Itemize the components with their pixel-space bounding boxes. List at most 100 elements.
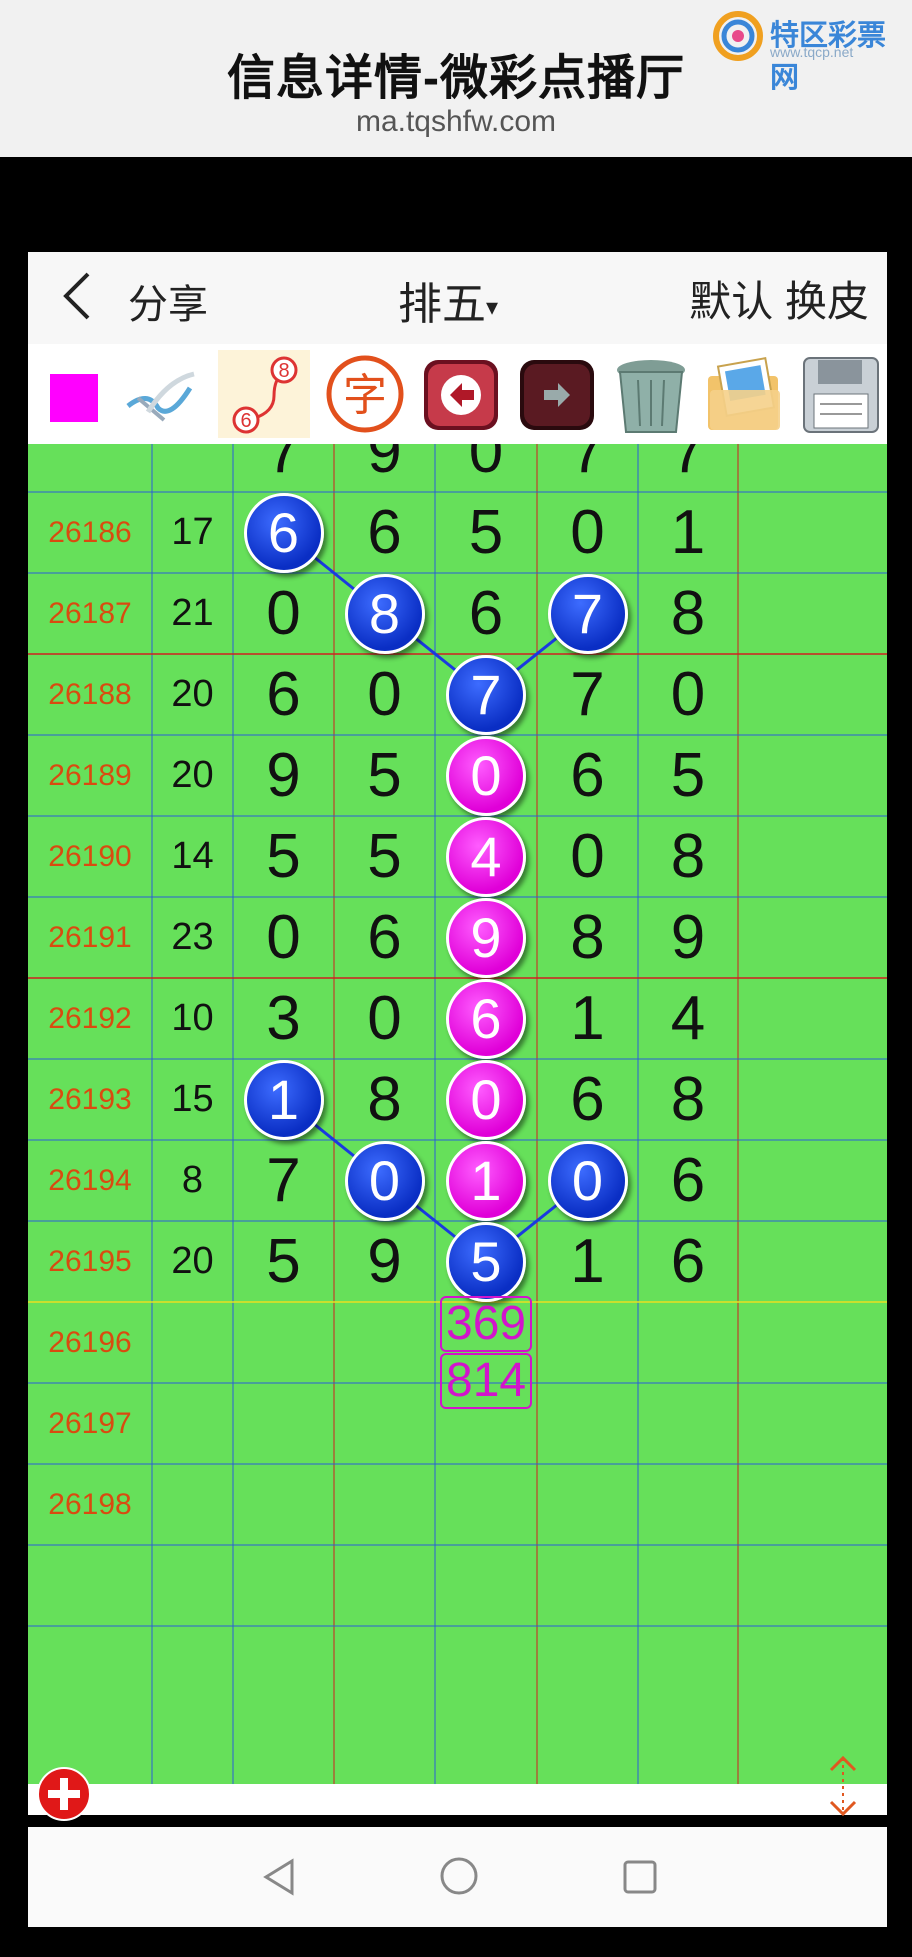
- digit-ball: 1: [446, 1140, 526, 1221]
- digit-cell[interactable]: 0: [233, 573, 334, 654]
- link-icon-digit-top: 8: [278, 360, 289, 382]
- digit-cell-highlighted[interactable]: 7: [537, 573, 638, 654]
- digit-cell[interactable]: 6: [435, 573, 537, 654]
- digit-cell[interactable]: 0: [334, 978, 435, 1059]
- digit-cell[interactable]: 0: [537, 492, 638, 573]
- chevron-left-icon[interactable]: [58, 266, 98, 339]
- digit-cell-highlighted[interactable]: 6: [435, 978, 537, 1059]
- digit-cell[interactable]: 9: [638, 897, 738, 978]
- digit-cell-highlighted[interactable]: 1: [233, 1059, 334, 1140]
- digit-cell[interactable]: [537, 1383, 638, 1464]
- skin-button[interactable]: 换皮: [785, 278, 869, 325]
- digit-cell[interactable]: 3: [233, 978, 334, 1059]
- digit-cell[interactable]: 6: [334, 897, 435, 978]
- digit-cell[interactable]: 0: [537, 816, 638, 897]
- digit-cell[interactable]: [435, 1464, 537, 1545]
- digit-cell[interactable]: 8: [638, 816, 738, 897]
- digit-cell[interactable]: [537, 1464, 638, 1545]
- redo-arrow-icon[interactable]: [512, 350, 602, 438]
- digit-cell-highlighted[interactable]: 8: [334, 573, 435, 654]
- digit-cell-highlighted[interactable]: 0: [537, 1140, 638, 1221]
- issue-number: 26195: [48, 1244, 132, 1278]
- digit-ball: 7: [446, 654, 526, 735]
- digit-cell[interactable]: 6: [334, 492, 435, 573]
- digit-cell[interactable]: 9: [334, 1221, 435, 1302]
- digit-cell-highlighted[interactable]: 7: [435, 654, 537, 735]
- pen-icon[interactable]: [118, 350, 208, 438]
- sum-value: 20: [171, 673, 214, 715]
- text-icon-char: 字: [343, 370, 387, 421]
- digit-cell-highlighted[interactable]: 5: [435, 1221, 537, 1302]
- digit-cell-highlighted[interactable]: 6: [233, 492, 334, 573]
- save-disk-icon[interactable]: [796, 350, 886, 438]
- nav-back-icon[interactable]: [260, 1857, 300, 1902]
- digit-cell[interactable]: [334, 1302, 435, 1383]
- digit-cell[interactable]: [233, 1302, 334, 1383]
- lottery-type-select[interactable]: 排五▾: [398, 268, 498, 332]
- digit-cell-highlighted[interactable]: 1: [435, 1140, 537, 1221]
- sum-value: [152, 1383, 233, 1464]
- digit-cell[interactable]: [233, 1464, 334, 1545]
- digit-cell-highlighted[interactable]: 0: [435, 735, 537, 816]
- lottery-trend-grid: 7 9 0 7 7 26186 17 6 6 5 0 1 26187 21 0 8 6 7 8 26188 20 6 0 7 7…: [28, 444, 887, 1784]
- digit-cell[interactable]: [537, 1302, 638, 1383]
- digit-cell[interactable]: 8: [537, 897, 638, 978]
- page-url[interactable]: ma.tqshfw.com: [0, 105, 912, 139]
- digit-cell[interactable]: [334, 1464, 435, 1545]
- plus-circle-icon[interactable]: [36, 1766, 92, 1822]
- digit-cell[interactable]: [334, 1383, 435, 1464]
- nav-recent-icon[interactable]: [620, 1857, 660, 1902]
- digit-cell[interactable]: 0: [233, 897, 334, 978]
- digit-cell[interactable]: 0: [334, 654, 435, 735]
- color-square-icon[interactable]: [28, 350, 118, 438]
- digit-cell[interactable]: 0: [638, 654, 738, 735]
- nav-home-icon[interactable]: [438, 1855, 480, 1902]
- digit-cell[interactable]: [638, 1464, 738, 1545]
- digit-cell[interactable]: 6: [233, 654, 334, 735]
- undo-arrow-icon[interactable]: [416, 350, 506, 438]
- digit-cell[interactable]: 4: [638, 978, 738, 1059]
- text-icon[interactable]: 字: [320, 350, 410, 438]
- photos-icon[interactable]: [700, 350, 790, 438]
- digit-cell-highlighted[interactable]: 9: [435, 897, 537, 978]
- digit-cell[interactable]: 1: [537, 978, 638, 1059]
- digit-cell[interactable]: [638, 1383, 738, 1464]
- trash-icon[interactable]: [606, 350, 696, 438]
- digit-cell[interactable]: 5: [233, 1221, 334, 1302]
- expand-vertical-icon[interactable]: [823, 1754, 863, 1818]
- digit-cell[interactable]: 1: [638, 492, 738, 573]
- prediction-box[interactable]: 369: [440, 1296, 533, 1352]
- digit-cell[interactable]: 5: [334, 735, 435, 816]
- digit-cell[interactable]: 6: [638, 1140, 738, 1221]
- digit-cell-clipped: 0: [468, 444, 504, 486]
- tool-bar: 8 6 字: [28, 344, 887, 444]
- sum-value: 15: [171, 1078, 214, 1120]
- digit-cell[interactable]: 5: [233, 816, 334, 897]
- digit-cell[interactable]: 7: [537, 654, 638, 735]
- browser-header: 信息详情-微彩点播厅 ma.tqshfw.com 特区彩票网 www.tqcp.…: [0, 0, 912, 157]
- sum-value: [152, 1302, 233, 1383]
- digit-cell[interactable]: [638, 1302, 738, 1383]
- digit-cell-highlighted[interactable]: 4: [435, 816, 537, 897]
- digit-cell[interactable]: [233, 1383, 334, 1464]
- digit-cell[interactable]: 8: [334, 1059, 435, 1140]
- prediction-box[interactable]: 814: [440, 1353, 533, 1409]
- digit-cell-highlighted[interactable]: 0: [435, 1059, 537, 1140]
- digit-ball: 7: [547, 573, 628, 654]
- digit-cell[interactable]: 8: [638, 573, 738, 654]
- digit-cell[interactable]: 6: [638, 1221, 738, 1302]
- digit-cell[interactable]: 6: [537, 1059, 638, 1140]
- digit-cell-highlighted[interactable]: 0: [334, 1140, 435, 1221]
- share-button[interactable]: 分享: [128, 272, 208, 330]
- digit-cell[interactable]: 5: [334, 816, 435, 897]
- digit-cell[interactable]: 6: [537, 735, 638, 816]
- digit-cell[interactable]: 7: [233, 1140, 334, 1221]
- lottery-type-label: 排五: [398, 280, 486, 329]
- digit-cell[interactable]: 5: [638, 735, 738, 816]
- digit-cell[interactable]: 5: [435, 492, 537, 573]
- link-numbers-icon[interactable]: 8 6: [218, 350, 310, 438]
- default-button[interactable]: 默认: [689, 278, 773, 325]
- digit-cell[interactable]: 9: [233, 735, 334, 816]
- digit-cell[interactable]: 1: [537, 1221, 638, 1302]
- digit-cell[interactable]: 8: [638, 1059, 738, 1140]
